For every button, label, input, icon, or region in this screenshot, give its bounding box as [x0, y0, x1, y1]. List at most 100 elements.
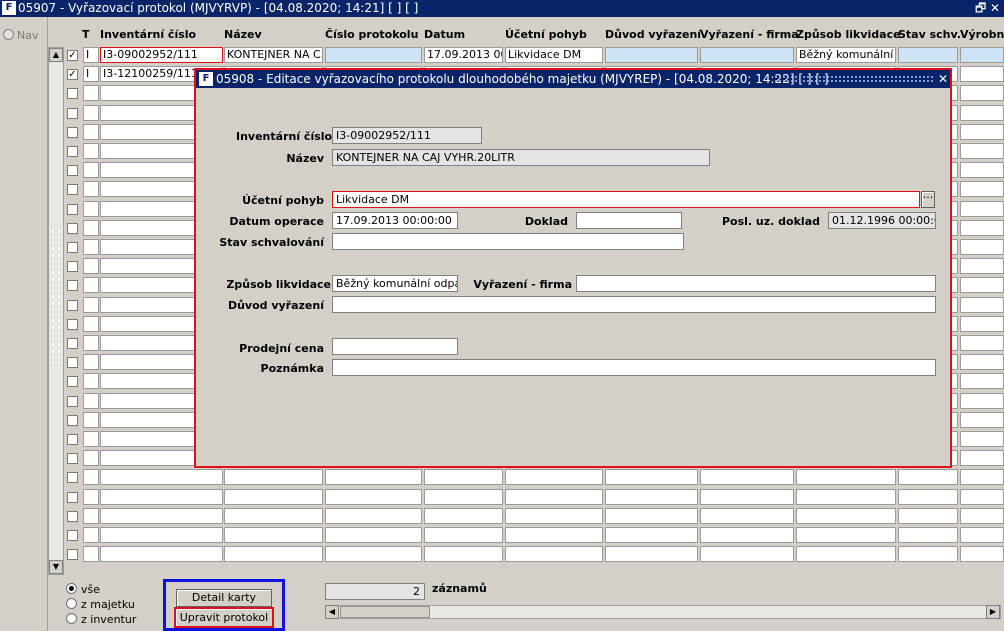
nav-toggle[interactable]: Nav: [3, 29, 38, 42]
grid-cell[interactable]: [960, 411, 1004, 428]
grid-cell[interactable]: [700, 527, 794, 543]
grid-cell[interactable]: [83, 546, 99, 563]
document-field[interactable]: [576, 212, 682, 229]
grid-cell[interactable]: [796, 527, 896, 543]
scroll-left-icon[interactable]: ◀: [325, 605, 339, 619]
grid-cell[interactable]: [700, 507, 794, 524]
grid-cell[interactable]: [325, 507, 422, 524]
row-checkbox[interactable]: [67, 472, 78, 484]
name-field[interactable]: KONTEJNER NA CAJ VYHR.20LITR: [332, 149, 710, 166]
grid-cell[interactable]: [325, 469, 422, 486]
col-header-manufacturer[interactable]: Výrobn: [960, 28, 1004, 41]
row1-movement[interactable]: Likvidace DM: [505, 47, 603, 63]
row-checkbox[interactable]: ✓: [67, 69, 78, 81]
filter-all-radio[interactable]: vše: [66, 583, 100, 596]
filter-inventory-radio[interactable]: z inventur: [66, 613, 136, 626]
grid-cell[interactable]: [960, 392, 1004, 409]
grid-cell[interactable]: [424, 469, 503, 486]
dialog-close-icon[interactable]: ✕: [938, 71, 948, 87]
grid-cell[interactable]: [898, 546, 958, 563]
row-checkbox[interactable]: [67, 357, 78, 369]
grid-cell[interactable]: [796, 469, 896, 486]
grid-cell[interactable]: [83, 85, 99, 102]
grid-cell[interactable]: [960, 123, 1004, 140]
grid-cell[interactable]: [83, 162, 99, 179]
grid-cell[interactable]: [100, 469, 223, 486]
row-checkbox[interactable]: [67, 88, 78, 100]
row-checkbox[interactable]: [67, 203, 78, 215]
grid-cell[interactable]: [700, 469, 794, 486]
grid-cell[interactable]: [960, 181, 1004, 198]
grid-cell[interactable]: [83, 239, 99, 255]
grid-cell[interactable]: [100, 527, 223, 543]
grid-cell[interactable]: [505, 469, 603, 486]
grid-cell[interactable]: [224, 527, 323, 543]
row-checkbox[interactable]: [67, 318, 78, 330]
grid-cell[interactable]: [83, 507, 99, 524]
col-header-movement[interactable]: Účetní pohyb: [505, 28, 587, 41]
grid-cell[interactable]: [960, 219, 1004, 236]
grid-cell[interactable]: [960, 47, 1004, 63]
grid-cell[interactable]: [83, 123, 99, 140]
grid-cell[interactable]: [505, 507, 603, 524]
grid-cell[interactable]: [796, 546, 896, 563]
row-checkbox[interactable]: [67, 434, 78, 445]
col-header-protocol[interactable]: Číslo protokolu: [325, 28, 418, 41]
movement-lookup-button[interactable]: ···: [921, 191, 935, 208]
grid-cell[interactable]: [960, 527, 1004, 543]
grid-cell[interactable]: [424, 527, 503, 543]
grid-cell[interactable]: [83, 104, 99, 121]
grid-cell[interactable]: [424, 507, 503, 524]
grid-cell[interactable]: [605, 546, 698, 563]
grid-cell[interactable]: [605, 488, 698, 505]
filter-assets-radio[interactable]: z majetku: [66, 598, 135, 611]
row1-date[interactable]: 17.09.2013 00:00: [424, 47, 503, 63]
row1-protocol[interactable]: [325, 47, 422, 63]
edit-protocol-button[interactable]: Upravit protokol: [174, 607, 274, 628]
grid-cell[interactable]: [505, 488, 603, 505]
row1-name[interactable]: KONTEJNER NA C.: [224, 47, 323, 63]
grid-cell[interactable]: [224, 546, 323, 563]
row-checkbox[interactable]: ✓: [67, 50, 78, 61]
grid-cell[interactable]: [325, 546, 422, 563]
row-checkbox[interactable]: [67, 453, 78, 465]
grid-cell[interactable]: [960, 258, 1004, 275]
grid-cell[interactable]: [960, 315, 1004, 332]
grid-cell[interactable]: [960, 488, 1004, 505]
grid-cell[interactable]: [960, 450, 1004, 467]
grid-cell[interactable]: [605, 469, 698, 486]
grid-cell[interactable]: [83, 450, 99, 467]
row-checkbox[interactable]: [67, 510, 78, 522]
grid-cell[interactable]: [83, 277, 99, 294]
row-checkbox[interactable]: [67, 261, 78, 273]
grid-cell[interactable]: [100, 488, 223, 505]
grid-cell[interactable]: [960, 143, 1004, 159]
col-header-t[interactable]: T: [82, 28, 90, 41]
grid-cell[interactable]: [83, 469, 99, 486]
card-detail-button[interactable]: Detail karty: [176, 589, 272, 607]
col-header-approval[interactable]: Stav schv.: [898, 28, 961, 41]
grid-cell[interactable]: [224, 469, 323, 486]
row1-inventory[interactable]: I3-09002952/111: [100, 47, 223, 63]
grid-cell[interactable]: [100, 546, 223, 563]
grid-cell[interactable]: [960, 469, 1004, 486]
grid-cell[interactable]: [83, 527, 99, 543]
grid-cell[interactable]: [83, 315, 99, 332]
restore-icon[interactable]: 🗗: [975, 0, 986, 16]
grid-cell[interactable]: [960, 507, 1004, 524]
grid-cell[interactable]: [960, 66, 1004, 83]
col-header-disposal[interactable]: Způsob likvidace: [796, 28, 901, 41]
row-checkbox[interactable]: [67, 395, 78, 407]
grid-cell[interactable]: [960, 200, 1004, 217]
grid-cell[interactable]: [83, 335, 99, 351]
scroll-thumb[interactable]: [340, 606, 430, 618]
grid-cell[interactable]: [83, 200, 99, 217]
last-document-field[interactable]: 01.12.1996 00:00:00: [828, 212, 936, 229]
grid-cell[interactable]: [424, 488, 503, 505]
inventory-field[interactable]: I3-09002952/111: [332, 127, 482, 144]
row-checkbox[interactable]: [67, 376, 78, 388]
grid-cell[interactable]: [898, 469, 958, 486]
scroll-down-icon[interactable]: ▼: [49, 560, 63, 574]
grid-cell[interactable]: [83, 258, 99, 275]
resize-grip[interactable]: [50, 228, 64, 366]
